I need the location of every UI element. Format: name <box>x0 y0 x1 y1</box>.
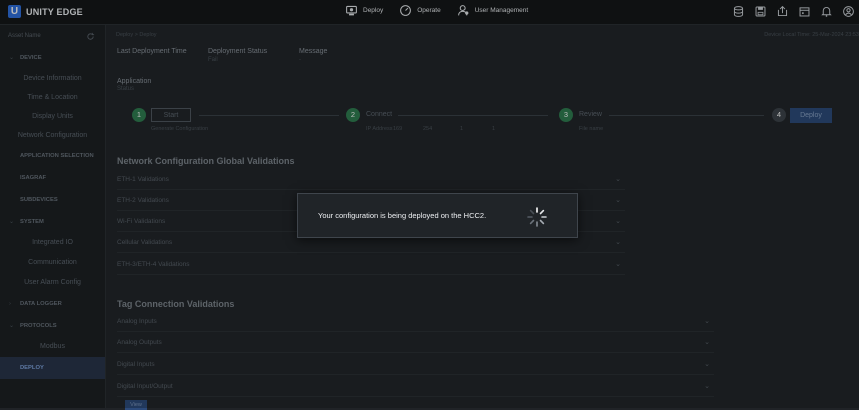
deploying-message: Your configuration is being deployed on … <box>318 211 487 220</box>
deploying-dialog: Your configuration is being deployed on … <box>297 193 578 238</box>
loading-spinner-icon <box>527 207 547 227</box>
